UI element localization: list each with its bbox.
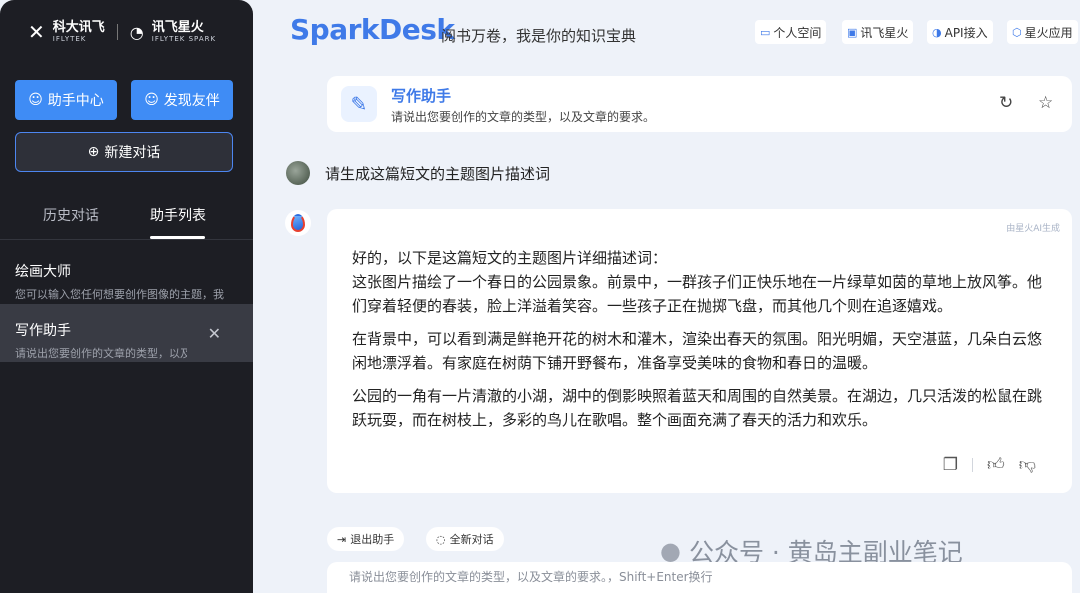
logo-brand-sub: IFLYTEK xyxy=(52,35,87,43)
logo-product: 讯飞星火 xyxy=(151,20,204,35)
tab-active-indicator xyxy=(150,236,205,239)
answer-card: 由星火AI生成 好的，以下是这篇短文的主题图片详细描述词： 这张图片描绘了一个春… xyxy=(327,209,1072,493)
exit-label: 退出助手 xyxy=(350,533,395,546)
answer-paragraph: 这张图片描绘了一个春日的公园景象。前景中，一群孩子们正快乐地在一片绿草如茵的草地… xyxy=(352,273,1043,315)
assistant-card-title: 写作助手 xyxy=(391,87,452,105)
logo-product-sub: IFLYTEK SPARK xyxy=(151,35,217,43)
message-input[interactable] xyxy=(349,570,949,584)
assistant-desc: 请说出您要创作的文章的类型，以及文章的要求。 xyxy=(15,347,187,360)
assistant-item-writing[interactable]: 写作助手 请说出您要创作的文章的类型，以及文章的要求。 ✕ xyxy=(0,304,253,362)
answer-paragraph: 公园的一角有一片清澈的小湖，湖中的倒影映照着蓝天和周围的自然美景。在湖边，几只活… xyxy=(352,387,1043,429)
new-chat-button[interactable]: ⊕ 新建对话 xyxy=(15,132,233,172)
helper-center-button[interactable]: ☺ 助手中心 xyxy=(15,80,117,120)
tab-assistant-list[interactable]: 助手列表 xyxy=(150,205,206,225)
action-divider xyxy=(971,457,973,472)
logo: ✕ 科大讯飞 IFLYTEK ◔ 讯飞星火 IFLYTEK SPARK xyxy=(28,20,216,44)
exit-assistant-button[interactable]: ⇥ 退出助手 xyxy=(327,527,405,551)
sidebar: ✕ 科大讯飞 IFLYTEK ◔ 讯飞星火 IFLYTEK SPARK ☺ 助手… xyxy=(0,0,253,593)
nav-spark-apps[interactable]: ⬡ 星火应用 xyxy=(1007,20,1078,44)
new-chat-chip[interactable]: ◌ 全新对话 xyxy=(426,527,504,551)
assistant-item-painting[interactable]: 绘画大师 您可以输入您任何想要创作图像的主题，我 xyxy=(0,245,253,303)
cube-icon: ⬡ xyxy=(1012,25,1022,39)
api-icon: ◑ xyxy=(932,25,942,39)
plus-circle-icon: ⊕ xyxy=(87,144,100,160)
exit-icon: ⇥ xyxy=(337,532,347,546)
pen-icon: ✎ xyxy=(341,86,377,122)
logo-divider xyxy=(116,24,118,40)
logo-brand: 科大讯飞 xyxy=(52,20,105,35)
tagline: 阅书万卷，我是你的知识宝典 xyxy=(441,27,637,45)
ai-generated-tag: 由星火AI生成 xyxy=(1006,224,1060,234)
message-input-box[interactable] xyxy=(327,562,1072,593)
new-chat-chip-label: 全新对话 xyxy=(449,533,494,546)
smile-icon: ☺ xyxy=(28,92,43,108)
nav-label: API接入 xyxy=(944,25,988,40)
close-icon[interactable]: ✕ xyxy=(208,324,221,343)
star-icon[interactable]: ☆ xyxy=(1038,93,1053,113)
wechat-icon: ● xyxy=(660,537,681,565)
smile-icon: ☺ xyxy=(144,92,159,108)
answer-actions: ❐ 👍︎ 👎︎ xyxy=(943,454,1036,476)
user-message: 请生成这篇短文的主题图片描述词 xyxy=(325,165,551,183)
spark-avatar xyxy=(285,210,311,236)
answer-paragraph: 好的，以下是这篇短文的主题图片详细描述词： xyxy=(352,249,668,267)
thumbs-up-icon[interactable]: 👍︎ xyxy=(987,454,1005,475)
copy-icon[interactable]: ❐ xyxy=(943,455,958,475)
discover-label: 发现友伴 xyxy=(163,93,220,109)
nav-label: 个人空间 xyxy=(773,25,822,40)
spark-logo-icon xyxy=(291,214,305,232)
assistant-name: 绘画大师 xyxy=(15,264,71,280)
sidebar-tabs: 历史对话 助手列表 xyxy=(0,195,253,240)
iflytek-logo-icon: ✕ xyxy=(28,20,45,44)
chat-icon: ◌ xyxy=(436,532,446,546)
nav-label: 讯飞星火 xyxy=(860,25,909,40)
nav-xunfei-spark[interactable]: ▣ 讯飞星火 xyxy=(842,20,914,44)
spark-logo-icon: ◔ xyxy=(129,22,144,42)
brand-title: SparkDesk xyxy=(290,13,455,46)
answer-text: 好的，以下是这篇短文的主题图片详细描述词： 这张图片描绘了一个春日的公园景象。前… xyxy=(352,246,1052,441)
answer-paragraph: 在背景中，可以看到满是鲜艳开花的树木和灌木，渲染出春天的氛围。阳光明媚，天空湛蓝… xyxy=(352,330,1043,372)
tab-history[interactable]: 历史对话 xyxy=(43,205,99,225)
assistant-desc: 您可以输入您任何想要创作图像的主题，我 xyxy=(15,288,224,301)
assistant-card: ✎ 写作助手 请说出您要创作的文章的类型，以及文章的要求。 ↻ ☆ xyxy=(327,76,1072,132)
new-chat-label: 新建对话 xyxy=(104,145,161,161)
folder-icon: ▭ xyxy=(760,25,771,39)
discover-button[interactable]: ☺ 发现友伴 xyxy=(131,80,233,120)
edit-icon[interactable]: ↻ xyxy=(999,93,1013,113)
user-avatar xyxy=(286,161,310,185)
nav-personal-space[interactable]: ▭ 个人空间 xyxy=(755,20,827,44)
nav-api[interactable]: ◑ API接入 xyxy=(927,20,993,44)
nav-label: 星火应用 xyxy=(1024,25,1073,40)
assistant-card-desc: 请说出您要创作的文章的类型，以及文章的要求。 xyxy=(391,110,656,124)
helper-center-label: 助手中心 xyxy=(47,93,104,109)
thumbs-down-icon[interactable]: 👎︎ xyxy=(1019,454,1036,475)
monitor-icon: ▣ xyxy=(847,25,858,39)
